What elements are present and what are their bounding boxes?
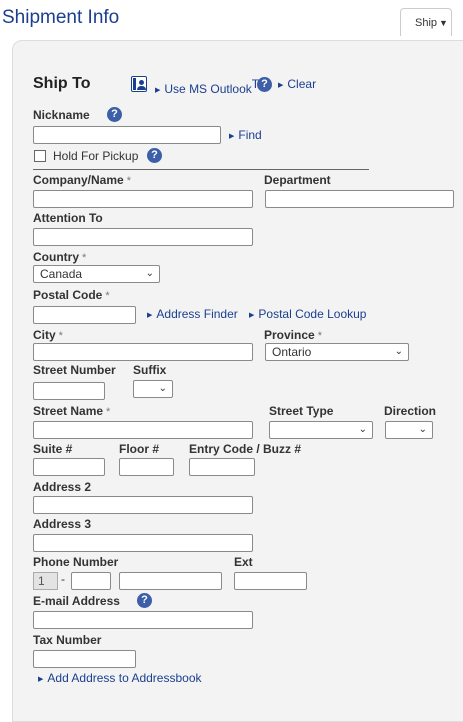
add-address-link[interactable]: ▶ Add Address to Addressbook xyxy=(38,671,202,685)
find-link[interactable]: ▶ Find xyxy=(229,128,262,142)
triangle-right-icon: ▶ xyxy=(229,133,235,140)
divider xyxy=(33,169,369,170)
triangle-right-icon: ▶ xyxy=(155,87,161,94)
country-label: Country * xyxy=(33,250,87,264)
street-number-label: Street Number xyxy=(33,363,116,377)
ship-to-heading: Ship To xyxy=(33,75,91,92)
phone-dash: - xyxy=(61,572,65,586)
nickname-label: Nickname xyxy=(33,108,90,122)
company-input[interactable] xyxy=(33,190,253,208)
phone-country-code: 1 xyxy=(33,572,58,590)
nickname-input[interactable] xyxy=(33,126,221,144)
country-select[interactable]: Canada ⌄ xyxy=(33,265,160,283)
postal-code-label: Postal Code * xyxy=(33,288,110,302)
company-label: Company/Name * xyxy=(33,173,131,187)
department-label: Department xyxy=(264,173,331,187)
chevron-down-icon: ⌄ xyxy=(394,346,403,357)
attention-label: Attention To xyxy=(33,211,103,225)
street-type-select[interactable]: ⌄ xyxy=(269,421,373,439)
hold-for-pickup-label: Hold For Pickup xyxy=(53,149,139,163)
help-circle-icon[interactable]: ? xyxy=(137,593,152,608)
chevron-down-icon: ⌄ xyxy=(358,424,367,435)
province-value: Ontario xyxy=(272,345,312,359)
postal-lookup-link[interactable]: ▶ Postal Code Lookup xyxy=(249,307,366,321)
address-book-icon[interactable] xyxy=(131,76,147,92)
phone-number-input[interactable] xyxy=(119,572,222,590)
city-input[interactable] xyxy=(33,343,253,361)
floor-label: Floor # xyxy=(119,442,160,456)
triangle-right-icon: ▶ xyxy=(147,312,153,319)
country-value: Canada xyxy=(40,267,83,281)
address2-input[interactable] xyxy=(33,496,253,514)
ship-tab-label: Ship xyxy=(415,17,438,29)
province-label: Province * xyxy=(264,328,322,342)
department-input[interactable] xyxy=(265,190,454,208)
entry-code-label: Entry Code / Buzz # xyxy=(189,442,302,456)
direction-select[interactable]: ⌄ xyxy=(385,421,433,439)
city-label: City * xyxy=(33,328,63,342)
street-name-input[interactable] xyxy=(33,421,253,439)
phone-area-code-input[interactable] xyxy=(71,572,111,590)
address-finder-link[interactable]: ▶ Address Finder xyxy=(147,307,238,321)
ship-to-panel: Ship To ▶Use MS OutlookTM ? ▶Clear Nickn… xyxy=(12,40,463,722)
chevron-down-icon: ⌄ xyxy=(158,383,167,394)
help-circle-icon[interactable]: ? xyxy=(147,148,162,163)
street-type-label: Street Type xyxy=(269,404,334,418)
entry-code-input[interactable] xyxy=(189,458,255,476)
chevron-down-icon: ⌄ xyxy=(418,424,427,435)
floor-input[interactable] xyxy=(119,458,174,476)
chevron-down-icon: ⌄ xyxy=(145,268,154,279)
street-number-input[interactable] xyxy=(33,382,105,400)
triangle-right-icon: ▶ xyxy=(38,676,44,683)
clear-link[interactable]: ▶ Clear xyxy=(278,77,316,91)
help-circle-icon[interactable]: ? xyxy=(257,77,272,92)
page-title: Shipment Info xyxy=(2,7,120,28)
phone-label: Phone Number xyxy=(33,555,119,569)
email-input[interactable] xyxy=(33,611,253,629)
use-outlook-link[interactable]: ▶Use MS OutlookTM xyxy=(155,77,269,96)
attention-input[interactable] xyxy=(33,228,253,246)
address3-input[interactable] xyxy=(33,534,253,552)
suite-input[interactable] xyxy=(33,458,105,476)
suite-label: Suite # xyxy=(33,442,73,456)
suffix-select[interactable]: ⌄ xyxy=(133,380,173,398)
address3-label: Address 3 xyxy=(33,517,92,531)
tax-number-input[interactable] xyxy=(33,650,136,668)
address2-label: Address 2 xyxy=(33,480,92,494)
triangle-right-icon: ▶ xyxy=(278,82,284,89)
phone-ext-input[interactable] xyxy=(234,572,307,590)
direction-label: Direction xyxy=(384,404,437,418)
help-circle-icon[interactable]: ? xyxy=(107,107,122,122)
tax-number-label: Tax Number xyxy=(33,633,102,647)
suffix-label: Suffix xyxy=(133,363,167,377)
triangle-right-icon: ▶ xyxy=(249,312,255,319)
caret-down-icon: ▼ xyxy=(439,18,448,28)
province-select[interactable]: Ontario ⌄ xyxy=(265,343,409,361)
ext-label: Ext xyxy=(234,555,253,569)
email-label: E-mail Address xyxy=(33,594,120,608)
postal-code-input[interactable] xyxy=(33,306,136,324)
street-name-label: Street Name * xyxy=(33,404,111,418)
hold-for-pickup-checkbox[interactable] xyxy=(34,150,46,162)
ship-tab-button[interactable]: Ship ▼ xyxy=(400,8,452,36)
